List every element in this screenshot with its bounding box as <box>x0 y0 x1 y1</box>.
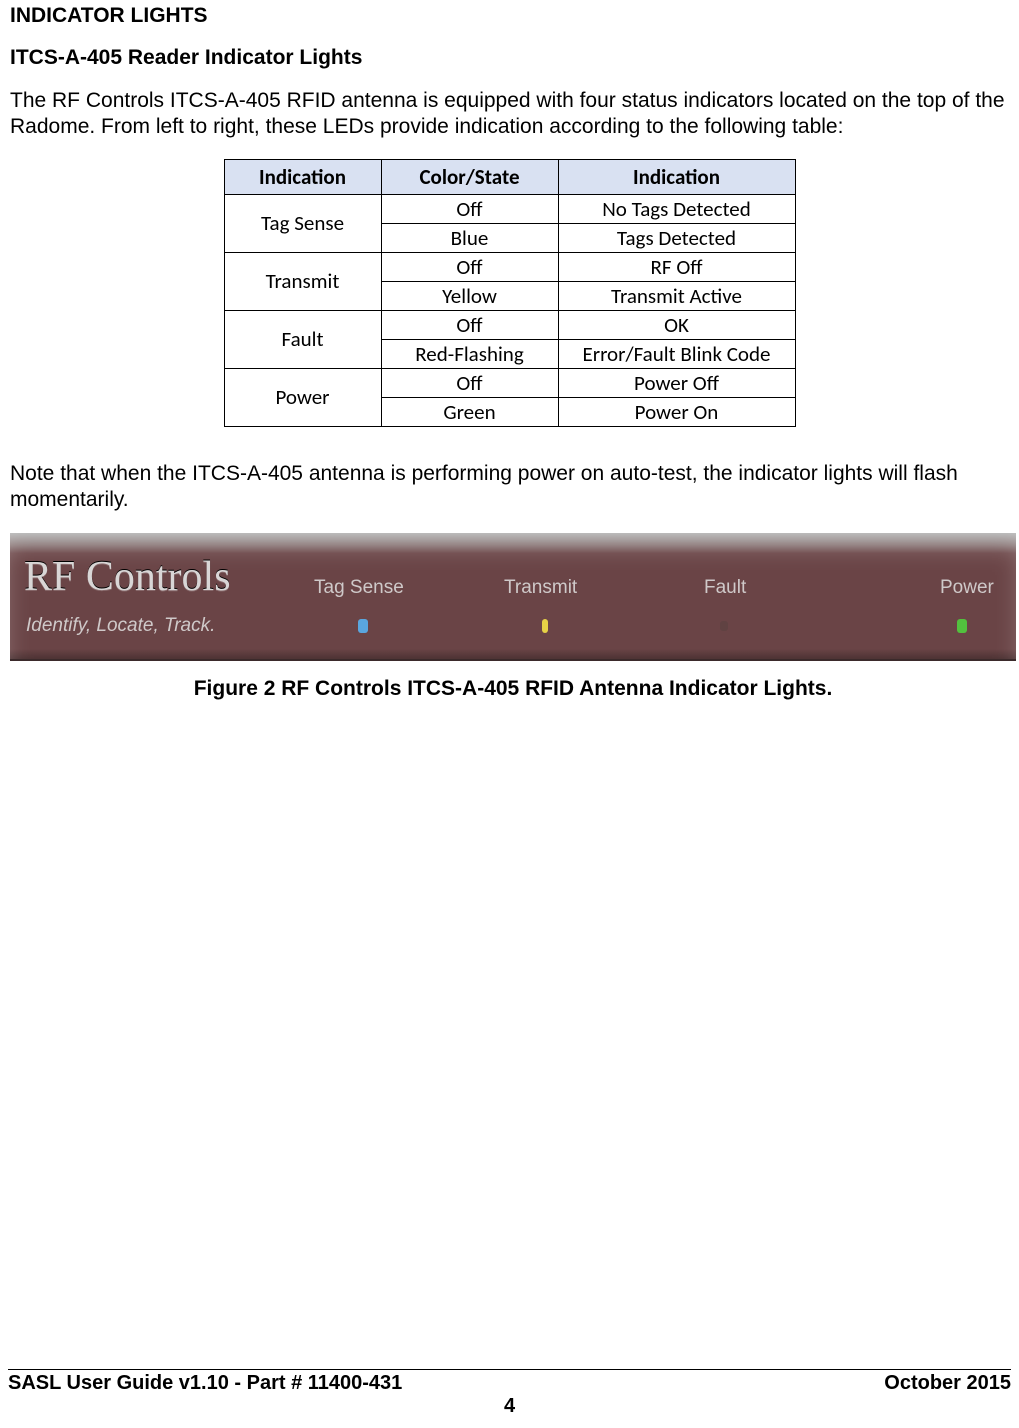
cell-state: Off <box>381 252 558 281</box>
intro-paragraph: The RF Controls ITCS-A-405 RFID antenna … <box>10 88 1009 141</box>
table-header-indication: Indication <box>224 159 381 194</box>
cell-meaning: OK <box>558 310 795 339</box>
sub-title: ITCS-A-405 Reader Indicator Lights <box>10 46 1009 70</box>
table-row: Fault Off OK <box>224 310 795 339</box>
led-icon-power <box>957 619 967 633</box>
cell-state: Blue <box>381 223 558 252</box>
led-label-transmit: Transmit <box>504 577 577 599</box>
indicator-table: Indication Color/State Indication Tag Se… <box>224 159 796 427</box>
table-header-indication-meaning: Indication <box>558 159 795 194</box>
cell-meaning: Transmit Active <box>558 281 795 310</box>
led-label-power: Power <box>940 577 994 599</box>
cell-meaning: RF Off <box>558 252 795 281</box>
cell-state: Off <box>381 368 558 397</box>
section-title: INDICATOR LIGHTS <box>10 4 1009 28</box>
table-header-color-state: Color/State <box>381 159 558 194</box>
cell-indicator: Power <box>224 368 381 426</box>
led-label-tag-sense: Tag Sense <box>314 577 404 599</box>
footer-left: SASL User Guide v1.10 - Part # 11400-431 <box>8 1372 402 1395</box>
page-number: 4 <box>8 1395 1011 1418</box>
page-footer: SASL User Guide v1.10 - Part # 11400-431… <box>8 1369 1011 1418</box>
cell-indicator: Tag Sense <box>224 194 381 252</box>
brand-text: RF Controls <box>24 553 231 601</box>
figure-caption: Figure 2 RF Controls ITCS-A-405 RFID Ant… <box>10 677 1016 701</box>
table-row: Power Off Power Off <box>224 368 795 397</box>
cell-indicator: Transmit <box>224 252 381 310</box>
cell-meaning: Error/Fault Blink Code <box>558 339 795 368</box>
table-row: Tag Sense Off No Tags Detected <box>224 194 795 223</box>
footer-right: October 2015 <box>884 1372 1011 1395</box>
cell-state: Off <box>381 310 558 339</box>
led-icon-fault <box>720 621 728 631</box>
cell-state: Off <box>381 194 558 223</box>
cell-meaning: Power Off <box>558 368 795 397</box>
cell-state: Green <box>381 397 558 426</box>
device-photo: RF Controls Identify, Locate, Track. Tag… <box>10 533 1016 661</box>
table-row: Transmit Off RF Off <box>224 252 795 281</box>
cell-meaning: Power On <box>558 397 795 426</box>
tagline-text: Identify, Locate, Track. <box>26 615 215 637</box>
led-icon-transmit <box>542 619 548 633</box>
table-header-row: Indication Color/State Indication <box>224 159 795 194</box>
cell-meaning: No Tags Detected <box>558 194 795 223</box>
led-label-fault: Fault <box>704 577 746 599</box>
cell-state: Red-Flashing <box>381 339 558 368</box>
cell-indicator: Fault <box>224 310 381 368</box>
cell-meaning: Tags Detected <box>558 223 795 252</box>
cell-state: Yellow <box>381 281 558 310</box>
led-icon-tag-sense <box>358 619 368 633</box>
note-paragraph: Note that when the ITCS-A-405 antenna is… <box>10 461 1009 514</box>
